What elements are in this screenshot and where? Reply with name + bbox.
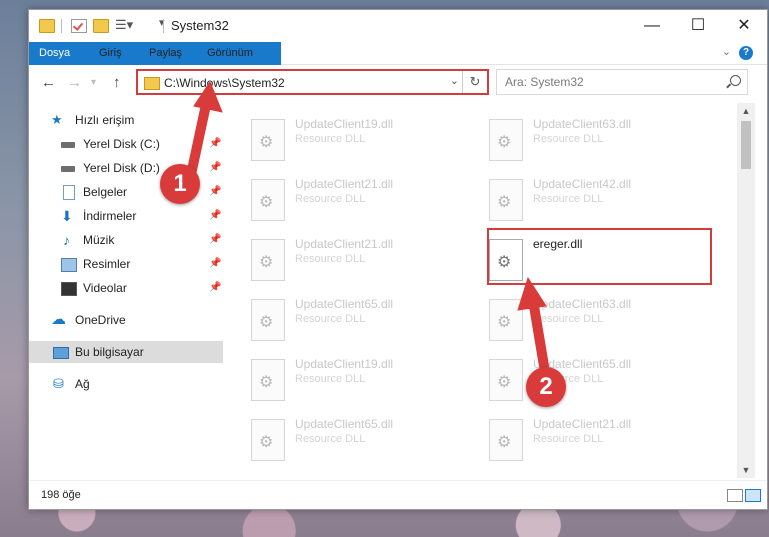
step-1-badge: 1: [160, 164, 200, 204]
arrow-2-head: [517, 276, 547, 311]
step-2-badge: 2: [526, 367, 566, 407]
annotation-arrows: [187, 80, 549, 371]
arrow-1: [187, 95, 212, 175]
arrow-1-head: [193, 80, 223, 113]
arrow-2: [528, 295, 549, 371]
